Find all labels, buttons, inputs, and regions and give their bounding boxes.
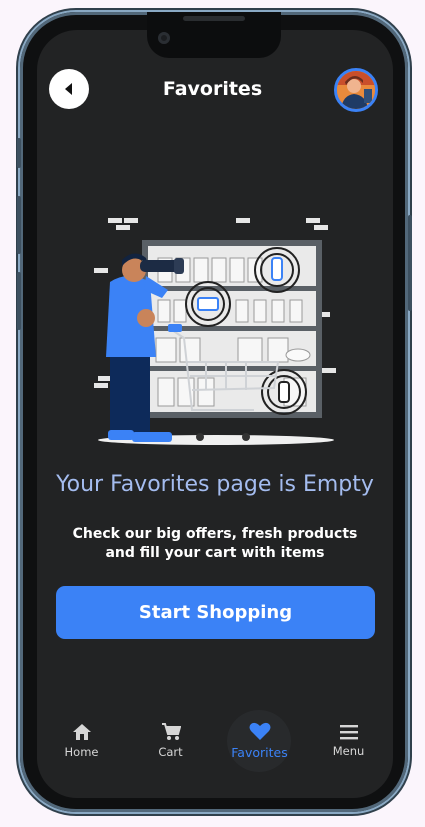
back-button[interactable] (49, 69, 89, 109)
subtext-line-2: and fill your cart with items (105, 545, 325, 561)
nav-item-cart[interactable]: Cart (126, 708, 215, 774)
heart-icon (249, 722, 270, 740)
user-avatar[interactable] (334, 68, 378, 112)
empty-favorites-illustration (94, 218, 336, 445)
back-arrow-icon (65, 83, 72, 95)
empty-state-subtext: Check our big offers, fresh products and… (37, 525, 393, 563)
nav-label-favorites: Favorites (231, 745, 288, 760)
volume-up-button (17, 196, 21, 254)
home-icon (72, 724, 91, 740)
volume-down-button (17, 272, 21, 330)
menu-icon (339, 725, 358, 740)
nav-item-favorites[interactable]: Favorites (215, 708, 304, 774)
nav-label-cart: Cart (158, 745, 183, 759)
nav-label-home: Home (64, 745, 99, 759)
mute-switch (17, 138, 21, 168)
bottom-nav: Home Cart Favorites Menu (37, 708, 393, 774)
power-button (408, 215, 412, 311)
notch (147, 12, 281, 58)
front-camera (158, 32, 170, 44)
nav-item-home[interactable]: Home (37, 708, 126, 774)
nav-item-menu[interactable]: Menu (304, 708, 393, 774)
start-shopping-button[interactable]: Start Shopping (56, 586, 375, 639)
avatar-image (337, 71, 375, 109)
active-indicator (227, 710, 291, 772)
subtext-line-1: Check our big offers, fresh products (72, 526, 358, 542)
page-title: Favorites (162, 78, 263, 100)
speaker (183, 16, 245, 21)
nav-label-menu: Menu (332, 744, 365, 758)
empty-state-heading: Your Favorites page is Empty (56, 472, 374, 497)
cart-icon (161, 723, 181, 740)
